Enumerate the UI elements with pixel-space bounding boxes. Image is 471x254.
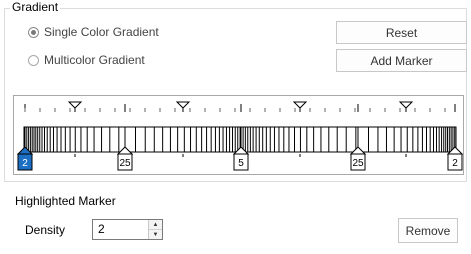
remove-button[interactable]: Remove: [398, 218, 458, 243]
single-color-gradient-radio[interactable]: Single Color Gradient: [28, 25, 159, 39]
midpoint-triangle-icon: [175, 101, 191, 109]
marker-triangle-icon: [232, 146, 250, 155]
single-color-gradient-label: Single Color Gradient: [44, 25, 159, 39]
marker-triangle-icon: [446, 146, 464, 155]
marker-triangle-icon: [349, 146, 367, 155]
gradient-strip[interactable]: 2 25 5 25 2: [13, 95, 464, 175]
multicolor-gradient-label: Multicolor Gradient: [44, 53, 145, 67]
radio-unchecked-icon: [28, 54, 39, 66]
midpoint-triangle-icon: [67, 101, 83, 109]
marker-label: 2: [22, 158, 28, 169]
density-value[interactable]: 2: [93, 220, 148, 239]
marker-triangle-icon: [116, 146, 134, 155]
spin-up-icon[interactable]: ▲: [149, 220, 162, 229]
marker-label: 5: [238, 158, 244, 169]
add-marker-button[interactable]: Add Marker: [336, 49, 467, 72]
spin-down-icon[interactable]: ▼: [149, 229, 162, 239]
radio-checked-icon: [28, 26, 39, 38]
highlighted-marker-title: Highlighted Marker: [15, 194, 116, 208]
marker-label: 25: [352, 158, 364, 169]
marker-label: 2: [452, 158, 458, 169]
density-spinner[interactable]: 2 ▲ ▼: [92, 219, 163, 240]
marker-label: 25: [119, 158, 131, 169]
gradient-group-title: Gradient: [10, 0, 61, 14]
reset-button[interactable]: Reset: [336, 21, 467, 44]
midpoint-triangle-icon: [292, 101, 308, 109]
midpoint-triangle-icon: [398, 101, 414, 109]
multicolor-gradient-radio[interactable]: Multicolor Gradient: [28, 53, 145, 67]
density-label: Density: [25, 223, 66, 237]
gradient-preview: 2 25 5 25 2: [16, 101, 464, 171]
